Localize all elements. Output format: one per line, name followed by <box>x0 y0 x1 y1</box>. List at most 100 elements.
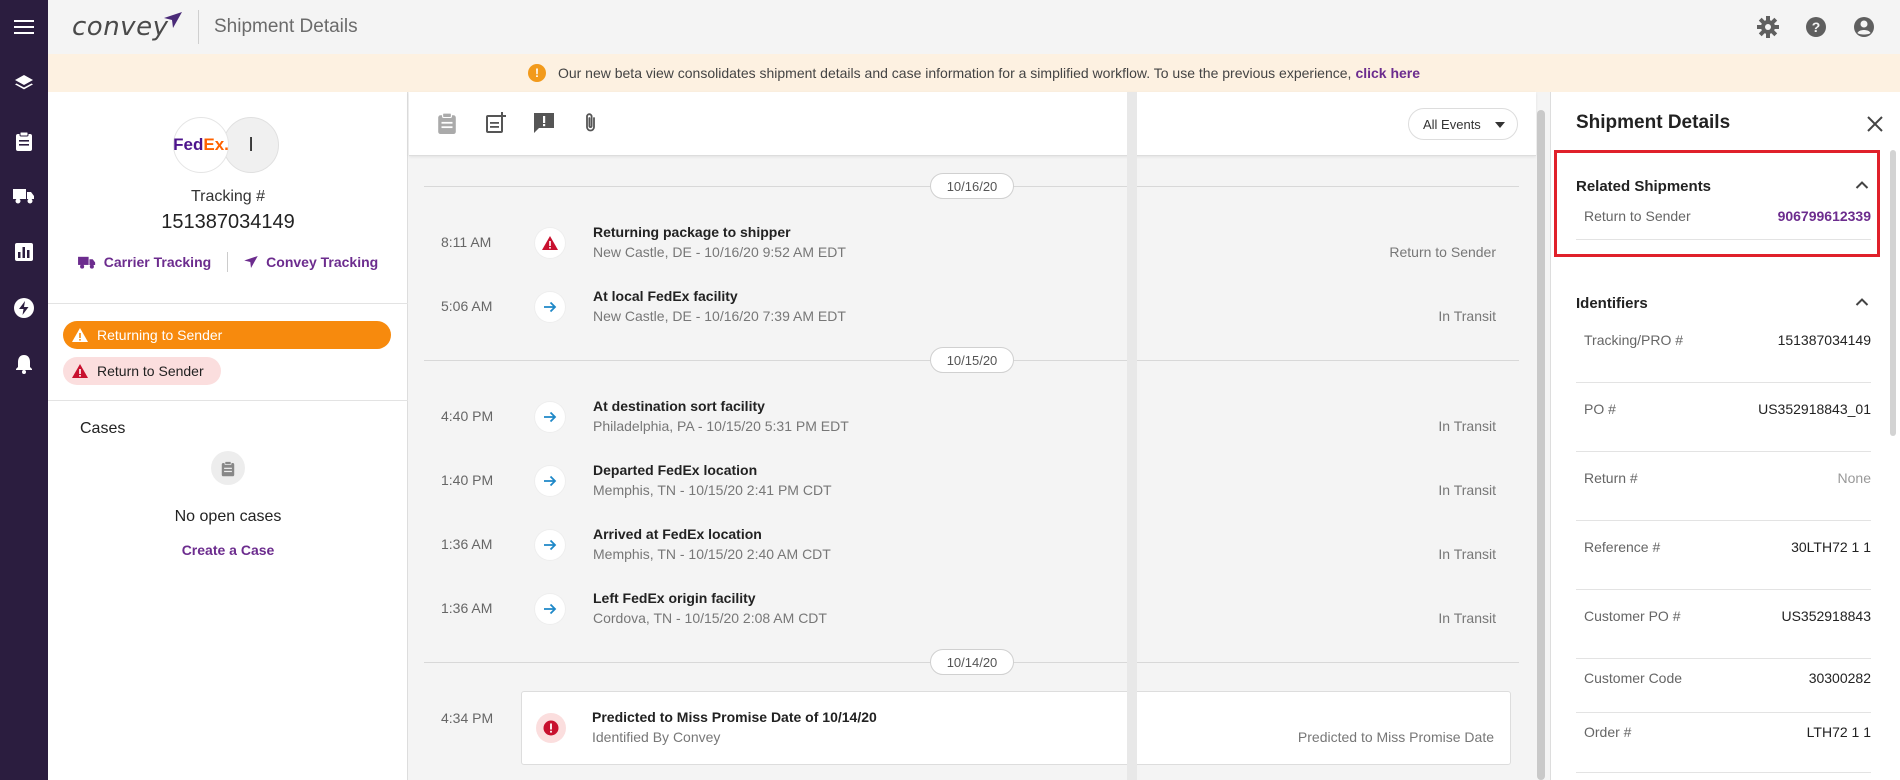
timeline-event[interactable]: 1:40 PM Departed FedEx location Memphis,… <box>409 456 1519 504</box>
logo-arrow-icon <box>164 12 183 28</box>
secondary-logo-text: I <box>248 133 254 156</box>
event-subtitle: Identified By Convey <box>592 729 721 745</box>
identifiers-title: Identifiers <box>1576 295 1648 312</box>
banner-message: Our new beta view consolidates shipment … <box>557 65 1352 81</box>
status-badge-primary: Returning to Sender <box>63 321 391 349</box>
page-title: Shipment Details <box>214 16 358 37</box>
related-shipment-row: Return to Sender 906799612339 <box>1576 200 1871 240</box>
identifier-row: Return # None <box>1576 452 1871 521</box>
carrier-logos: I Fed Ex. <box>173 117 283 175</box>
event-title: Predicted to Miss Promise Date of 10/14/… <box>592 709 877 725</box>
date-separator: 10/14/20 <box>424 647 1519 677</box>
timeline-scrollbar-thumb[interactable] <box>1537 110 1545 780</box>
truck-icon <box>77 256 95 269</box>
truck-icon[interactable] <box>0 174 48 218</box>
fedex-logo-ex: Ex. <box>203 135 229 154</box>
carrier-tracking-link[interactable]: Carrier Tracking <box>77 254 212 270</box>
beta-banner: ! Our new beta view consolidates shipmen… <box>48 54 1900 92</box>
fedex-logo-fed: Fed <box>173 135 204 154</box>
timeline-event[interactable]: 1:36 AM Left FedEx origin facility Cordo… <box>409 584 1519 632</box>
event-status: Predicted to Miss Promise Date <box>1297 729 1494 745</box>
banner-link[interactable]: click here <box>1355 65 1420 81</box>
bell-icon[interactable] <box>0 342 48 386</box>
convey-arrow-icon <box>244 256 258 268</box>
tracking-label: Tracking # <box>190 188 266 205</box>
timeline-event[interactable]: 8:11 AM Returning package to shipper New… <box>409 218 1519 266</box>
warning-icon <box>72 328 88 342</box>
details-scrollbar[interactable] <box>1890 150 1896 436</box>
events-filter-select[interactable]: All Events <box>1408 108 1518 140</box>
clipboard-icon[interactable] <box>0 119 48 163</box>
related-shipment-link[interactable]: 906799612339 <box>1778 208 1871 224</box>
status-badge-secondary: Return to Sender <box>63 357 221 385</box>
info-icon: ! <box>527 64 546 82</box>
chevron-up-icon[interactable] <box>1855 180 1871 196</box>
status-primary-label: Returning to Sender <box>97 327 223 343</box>
add-note-icon[interactable] <box>485 112 509 136</box>
account-icon[interactable] <box>1852 15 1876 39</box>
attachment-icon[interactable] <box>581 112 605 136</box>
identifier-key: Reference # <box>1584 539 1661 555</box>
timeline-scrollbar-track[interactable] <box>1127 92 1137 780</box>
event-time: 1:36 AM <box>441 536 493 552</box>
convey-tracking-link[interactable]: Convey Tracking <box>244 254 378 270</box>
timeline-event[interactable]: 4:40 PM At destination sort facility Phi… <box>409 392 1519 440</box>
event-title: Departed FedEx location <box>593 462 758 478</box>
date-separator: 10/16/20 <box>424 171 1519 201</box>
prediction-card[interactable]: Predicted to Miss Promise Date of 10/14/… <box>521 691 1511 765</box>
create-case-link[interactable]: Create a Case <box>48 542 408 558</box>
convey-logo[interactable]: convey <box>72 10 183 44</box>
event-time: 1:40 PM <box>441 472 494 488</box>
no-cases-text: No open cases <box>174 508 282 525</box>
identifier-value: 30LTH72 1 1 <box>1791 539 1871 555</box>
shipment-details-panel: Shipment Details Related Shipments Retur… <box>1550 92 1900 780</box>
identifier-row: Order # LTH72 1 1 <box>1576 713 1871 773</box>
identifier-value: US352918843 <box>1781 608 1871 624</box>
date-separator: 10/15/20 <box>424 345 1519 375</box>
event-status: In Transit <box>1438 482 1496 498</box>
arrow-right-icon <box>535 594 565 624</box>
notes-icon[interactable] <box>437 112 461 136</box>
secondary-carrier-logo: I <box>223 117 279 173</box>
identifier-row: Tracking/PRO # 151387034149 <box>1576 314 1871 383</box>
event-time: 5:06 AM <box>441 298 493 314</box>
identifier-value: US352918843_01 <box>1758 401 1871 417</box>
chevron-up-icon[interactable] <box>1855 297 1871 313</box>
identifier-key: Tracking/PRO # <box>1584 332 1684 348</box>
arrow-right-icon <box>535 466 565 496</box>
report-issue-icon[interactable] <box>533 112 557 136</box>
event-status: In Transit <box>1438 610 1496 626</box>
svg-text:?: ? <box>1812 19 1821 35</box>
identifier-row: Customer Code 30300282 <box>1576 659 1871 713</box>
timeline-event[interactable]: 1:36 AM Arrived at FedEx location Memphi… <box>409 520 1519 568</box>
event-subtitle: New Castle, DE - 10/16/20 9:52 AM EDT <box>593 244 846 260</box>
divider <box>48 303 408 304</box>
events-filter-value: All Events <box>1423 116 1481 132</box>
event-subtitle: Philadelphia, PA - 10/15/20 5:31 PM EDT <box>593 418 849 434</box>
identifier-value: 151387034149 <box>1777 332 1871 348</box>
event-subtitle: Memphis, TN - 10/15/20 2:40 AM CDT <box>593 546 831 562</box>
arrow-right-icon <box>535 530 565 560</box>
nav-rail <box>0 0 48 780</box>
carrier-tracking-label: Carrier Tracking <box>103 254 212 270</box>
event-subtitle: Memphis, TN - 10/15/20 2:41 PM CDT <box>593 482 832 498</box>
event-status: In Transit <box>1438 418 1496 434</box>
chevron-down-icon <box>1495 122 1505 128</box>
identifier-value: LTH72 1 1 <box>1806 724 1871 740</box>
bolt-icon[interactable] <box>0 286 48 330</box>
convey-tracking-label: Convey Tracking <box>266 254 379 270</box>
panel-title: Shipment Details <box>1576 112 1731 133</box>
event-subtitle: Cordova, TN - 10/15/20 2:08 AM CDT <box>593 610 827 626</box>
app-header: convey Shipment Details ? <box>48 0 1900 54</box>
analytics-icon[interactable] <box>0 230 48 274</box>
timeline-event[interactable]: 5:06 AM At local FedEx facility New Cast… <box>409 282 1519 330</box>
identifier-value: None <box>1837 470 1871 486</box>
help-icon[interactable]: ? <box>1804 15 1828 39</box>
close-icon[interactable] <box>1866 115 1886 135</box>
settings-icon[interactable] <box>1756 15 1780 39</box>
menu-icon[interactable] <box>0 5 48 49</box>
event-title: Left FedEx origin facility <box>593 590 756 606</box>
layers-icon[interactable] <box>0 61 48 105</box>
clipboard-icon <box>211 451 245 485</box>
identifier-row: Reference # 30LTH72 1 1 <box>1576 521 1871 590</box>
